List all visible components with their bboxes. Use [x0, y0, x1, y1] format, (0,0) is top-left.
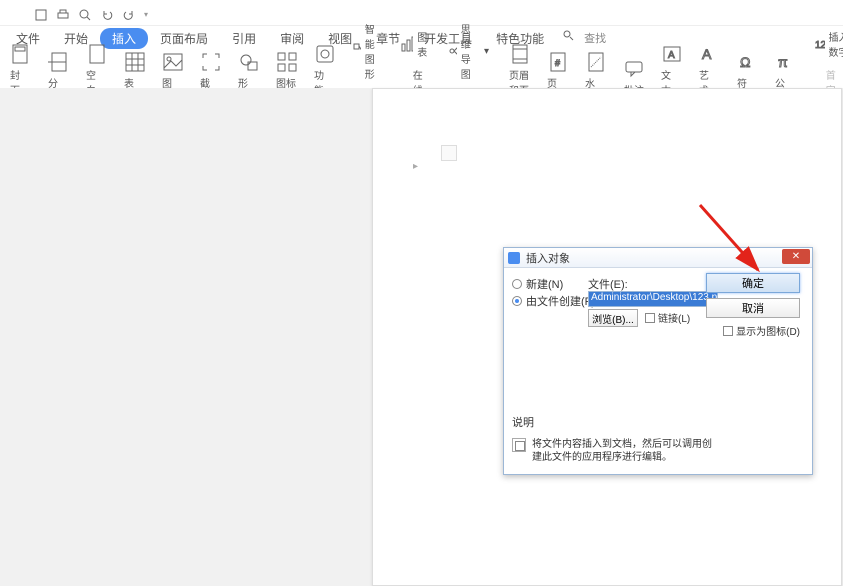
preview-icon[interactable] [78, 8, 92, 22]
qat-dropdown[interactable]: ▾ [144, 10, 148, 19]
svg-text:A: A [668, 50, 675, 61]
description-row: 将文件内容插入到文档，然后可以调用创建此文件的应用程序进行编辑。 [512, 438, 712, 464]
screenshot-icon [200, 51, 222, 73]
ribbon-number[interactable]: 12 插入数字 [809, 27, 843, 61]
radio-new-label: 新建(N) [526, 276, 563, 292]
search-label: 查找 [584, 30, 606, 46]
dialog-body: 新建(N) 由文件创建(F) 文件(E): Administrator\Desk… [512, 276, 804, 466]
svg-text:Ω: Ω [740, 54, 750, 70]
symbol-icon: Ω [737, 51, 759, 73]
radio-file-input[interactable] [512, 296, 522, 306]
file-path-input[interactable]: Administrator\Desktop\123.pdf [588, 291, 718, 307]
textbox-icon: A [661, 43, 683, 65]
svg-text:A: A [702, 46, 712, 62]
description-icon [512, 438, 526, 452]
svg-text:12: 12 [815, 40, 825, 51]
page-object-placeholder [441, 145, 457, 161]
header-footer-icon [509, 43, 531, 65]
dialog-close-button[interactable]: ✕ [782, 249, 810, 264]
mindmap-label: 思维导图 [461, 21, 480, 81]
insert-object-dialog: 插入对象 ✕ 新建(N) 由文件创建(F) 文件(E): Administrat… [503, 247, 813, 475]
number-icon: 12 [813, 35, 825, 53]
smart-label: 智能图形 [365, 21, 384, 81]
chart-icon [400, 35, 413, 53]
cover-icon [10, 43, 32, 65]
ok-button[interactable]: 确定 [706, 273, 800, 293]
show-as-icon-input[interactable] [723, 326, 733, 336]
description-text: 将文件内容插入到文档，然后可以调用创建此文件的应用程序进行编辑。 [532, 438, 712, 464]
mindmap-icon [448, 42, 457, 60]
ribbon-smart[interactable]: 智能图形 [348, 19, 388, 83]
shape-icon [238, 51, 260, 73]
dialog-titlebar[interactable]: 插入对象 ✕ [504, 248, 812, 268]
link-checkbox-input[interactable] [645, 313, 655, 323]
ribbon-mindmap[interactable]: 思维导图▾ [444, 19, 493, 83]
link-checkbox[interactable]: 链接(L) [645, 310, 690, 325]
undo-icon[interactable] [100, 8, 114, 22]
link-checkbox-label: 链接(L) [658, 310, 690, 325]
wordart-icon: A [699, 43, 721, 65]
redo-icon[interactable] [122, 8, 136, 22]
page-break-icon [48, 51, 70, 73]
radio-file-label: 由文件创建(F) [526, 293, 595, 309]
svg-text:#: # [555, 58, 560, 68]
number-label: 插入数字 [829, 29, 843, 59]
file-label: 文件(E): [588, 276, 628, 292]
blank-page-icon [86, 43, 108, 65]
pagenum-icon: # [547, 51, 569, 73]
show-as-icon-label: 显示为图标(D) [736, 323, 800, 338]
print-icon[interactable] [56, 8, 70, 22]
description-label: 说明 [512, 414, 534, 430]
page-object-icon: ▸ [413, 161, 418, 172]
radio-new-input[interactable] [512, 279, 522, 289]
chart-label: 图表 [417, 29, 432, 59]
show-as-icon-checkbox[interactable]: 显示为图标(D) [723, 323, 800, 338]
dialog-title: 插入对象 [526, 250, 570, 266]
search-icon [562, 29, 580, 47]
iconlib-icon [276, 51, 298, 73]
ribbon-chart[interactable]: 图表 [396, 27, 436, 61]
table-icon [124, 51, 146, 73]
svg-text:π: π [778, 54, 788, 70]
formula-icon: π [775, 51, 797, 73]
funcpic-icon [314, 43, 336, 65]
picture-icon [162, 51, 184, 73]
smart-icon [352, 42, 361, 60]
radio-from-file[interactable]: 由文件创建(F) [512, 293, 595, 309]
browse-button[interactable]: 浏览(B)... [588, 309, 638, 327]
save-icon[interactable] [34, 8, 48, 22]
tab-search[interactable]: 查找 [562, 29, 606, 47]
radio-new[interactable]: 新建(N) [512, 276, 563, 292]
comment-icon [623, 58, 645, 80]
cancel-button[interactable]: 取消 [706, 298, 800, 318]
dialog-app-icon [508, 252, 520, 264]
watermark-icon [585, 51, 607, 73]
